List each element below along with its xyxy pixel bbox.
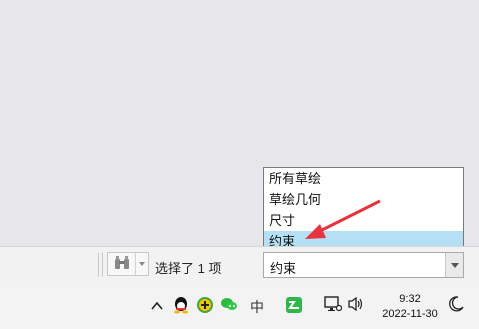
dropdown-item-all-sketches[interactable]: 所有草绘 (264, 168, 463, 189)
taskbar: 中 9:32 2022-11-30 (0, 284, 479, 329)
filter-combobox[interactable]: 约束 (263, 252, 464, 278)
clock-time: 9:32 (399, 293, 421, 305)
wps-icon[interactable] (283, 296, 305, 318)
filter-value: 约束 (270, 261, 297, 276)
ime-icon[interactable]: 中 (246, 296, 268, 318)
moon-icon[interactable] (445, 296, 467, 318)
network-icon[interactable] (322, 296, 344, 318)
dropdown-item-sketch-geometry[interactable]: 草绘几何 (264, 189, 463, 210)
system-clock[interactable]: 9:32 2022-11-30 (372, 292, 448, 322)
binoculars-icon (114, 255, 130, 274)
status-bar: 选择了 1 项 约束 (0, 246, 479, 284)
filter-dropdown-list[interactable]: 所有草绘 草绘几何 尺寸 约束 (263, 167, 464, 252)
wechat-icon[interactable] (218, 296, 240, 318)
clock-date: 2022-11-30 (382, 308, 438, 320)
statusbar-separator (102, 253, 103, 277)
dropdown-item-dimensions[interactable]: 尺寸 (264, 210, 463, 231)
selection-count: 选择了 1 项 (155, 261, 222, 276)
dropdown-button[interactable] (445, 253, 463, 277)
chevron-up-icon[interactable] (146, 296, 168, 318)
find-button[interactable] (107, 252, 149, 276)
statusbar-separator (98, 253, 99, 277)
qq-icon[interactable] (170, 296, 192, 318)
plus-circle-icon[interactable] (194, 296, 216, 318)
chevron-down-icon[interactable] (135, 253, 148, 275)
volume-icon[interactable] (345, 296, 367, 318)
